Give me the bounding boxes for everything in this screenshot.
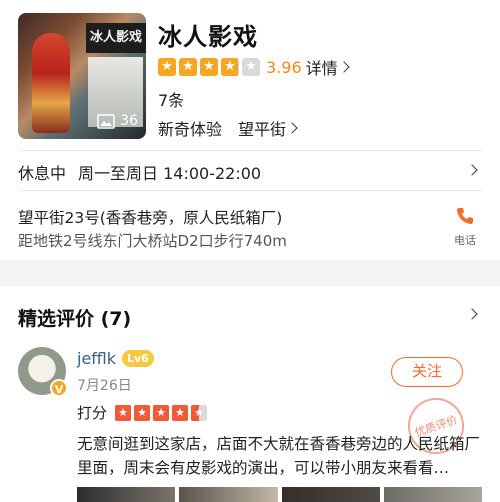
hours-status: 休息中	[18, 164, 67, 183]
shop-photo[interactable]: 冰人影戏 36	[18, 13, 146, 139]
star-icon: ★	[200, 58, 218, 76]
review-text[interactable]: 无意间逛到这家店，店面不大就在香香巷旁边的人民纸箱厂里面，周末会有皮影戏的演出，…	[77, 432, 482, 480]
vip-badge: V	[50, 379, 68, 397]
review-score-row: 打分 ★ ★ ★ ★ ★	[77, 402, 208, 423]
phone-icon	[455, 208, 475, 230]
review-photo[interactable]	[77, 487, 176, 502]
address[interactable]: 望平街23号(香香巷旁，原人民纸箱厂)	[18, 206, 282, 228]
photo-count: 36	[97, 113, 138, 129]
review-photos[interactable]	[77, 487, 482, 502]
review-stars: ★ ★ ★ ★ ★	[115, 404, 208, 421]
location-tag-label: 望平街	[238, 120, 287, 139]
divider	[18, 190, 482, 191]
review-date: 7月26日	[77, 378, 132, 394]
avatar[interactable]: V	[18, 347, 68, 397]
section-gap	[0, 260, 500, 286]
location-tag[interactable]: 望平街	[238, 116, 298, 140]
star-icon: ★	[242, 58, 260, 76]
chevron-right-icon	[466, 308, 478, 320]
star-icon: ★	[191, 404, 208, 421]
rating-score: 3.96	[266, 57, 302, 77]
business-hours[interactable]: 休息中 周一至周日 14:00-22:00	[18, 160, 261, 184]
review-photo[interactable]	[383, 487, 482, 502]
star-icon: ★	[134, 404, 151, 421]
review-count: 7条	[158, 91, 185, 110]
costume-figure	[32, 33, 70, 133]
shop-tags: 新奇体验 望平街	[158, 116, 298, 140]
chevron-right-icon	[286, 122, 298, 134]
photo-count-value: 36	[120, 113, 138, 129]
subway-distance: 距地铁2号线东门大桥站D2口步行740m	[18, 232, 287, 250]
follow-button[interactable]: 关注	[391, 357, 463, 387]
star-icon: ★	[158, 58, 176, 76]
user-level-badge: Lv6	[122, 350, 154, 367]
chevron-right-icon	[337, 61, 350, 73]
star-icon: ★	[221, 58, 239, 76]
phone-label: 电话	[454, 234, 476, 247]
review-username[interactable]: jefflk	[77, 349, 116, 368]
rating-stars: ★ ★ ★ ★ ★	[158, 58, 260, 76]
score-label: 打分	[77, 404, 108, 422]
shop-sign: 冰人影戏	[86, 23, 146, 53]
star-icon: ★	[172, 404, 189, 421]
phone-button[interactable]: 电话	[450, 206, 480, 248]
star-icon: ★	[115, 404, 132, 421]
star-icon: ★	[153, 404, 170, 421]
review-photo[interactable]	[281, 487, 380, 502]
star-icon: ★	[179, 58, 197, 76]
reviews-heading[interactable]: 精选评价 (7)	[18, 304, 131, 331]
review-photo[interactable]	[179, 487, 278, 502]
chevron-right-icon	[466, 164, 478, 176]
category-tag: 新奇体验	[158, 120, 223, 139]
shop-name: 冰人影戏	[158, 23, 258, 51]
hours-time: 周一至周日 14:00-22:00	[78, 164, 262, 183]
detail-link[interactable]: 详情	[306, 55, 338, 79]
divider	[18, 150, 482, 151]
image-icon	[97, 113, 115, 129]
rating-row[interactable]: ★ ★ ★ ★ ★ 3.96 详情	[158, 55, 350, 79]
